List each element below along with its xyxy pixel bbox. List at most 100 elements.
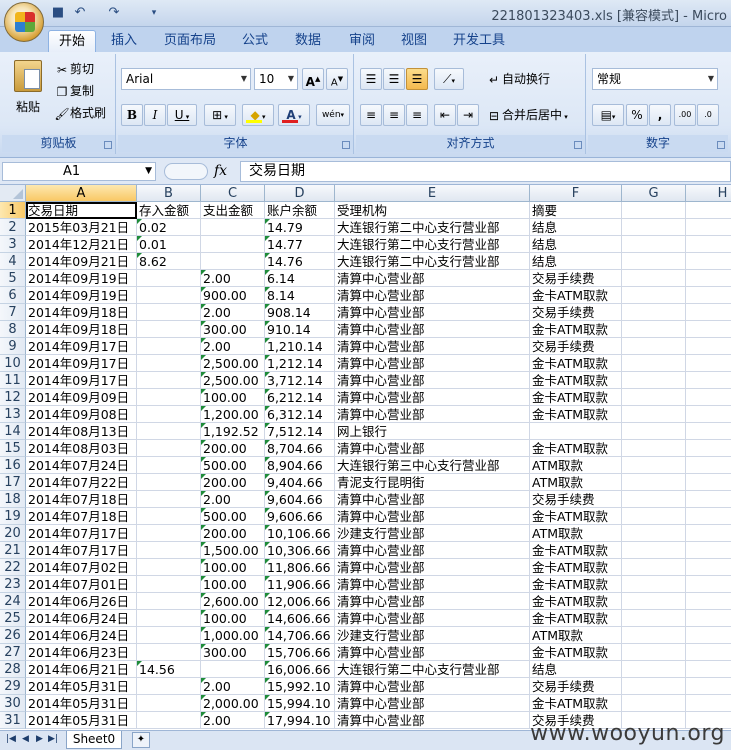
cell-balance[interactable]: 3,712.14 bbox=[265, 372, 335, 389]
align-center-button[interactable]: ≡ bbox=[383, 104, 405, 126]
cell-balance[interactable]: 7,512.14 bbox=[265, 423, 335, 440]
row-header[interactable]: 27 bbox=[0, 644, 26, 661]
cell-withdrawal[interactable]: 2,000.00 bbox=[201, 695, 265, 712]
font-name-combo[interactable]: Arial ▼ bbox=[121, 68, 251, 90]
cell-deposit[interactable]: 0.01 bbox=[137, 236, 201, 253]
cell-branch[interactable]: 大连银行第二中心支行营业部 bbox=[335, 236, 530, 253]
cell-balance[interactable]: 9,604.66 bbox=[265, 491, 335, 508]
cell-summary[interactable]: ATM取款 bbox=[530, 457, 622, 474]
cell-col-h[interactable] bbox=[686, 236, 731, 253]
header-cell-col-h[interactable] bbox=[686, 202, 731, 219]
cell-date[interactable]: 2014年07月18日 bbox=[26, 508, 137, 525]
cell-deposit[interactable]: 8.62 bbox=[137, 253, 201, 270]
align-middle-button[interactable]: ☰ bbox=[383, 68, 405, 90]
cell-branch[interactable]: 清算中心营业部 bbox=[335, 270, 530, 287]
cell-withdrawal[interactable]: 2.00 bbox=[201, 338, 265, 355]
cell-withdrawal[interactable]: 1,000.00 bbox=[201, 627, 265, 644]
cell-col-g[interactable] bbox=[622, 661, 686, 678]
cell-balance[interactable]: 16,006.66 bbox=[265, 661, 335, 678]
cell-date[interactable]: 2014年06月24日 bbox=[26, 610, 137, 627]
paste-button[interactable]: 粘贴 bbox=[8, 58, 48, 128]
row-header[interactable]: 7 bbox=[0, 304, 26, 321]
cell-col-g[interactable] bbox=[622, 457, 686, 474]
cell-branch[interactable]: 沙建支行营业部 bbox=[335, 525, 530, 542]
row-header[interactable]: 30 bbox=[0, 695, 26, 712]
cell-withdrawal[interactable]: 500.00 bbox=[201, 457, 265, 474]
cell-balance[interactable]: 14.76 bbox=[265, 253, 335, 270]
cell-summary[interactable]: 金卡ATM取款 bbox=[530, 440, 622, 457]
cell-balance[interactable]: 1,210.14 bbox=[265, 338, 335, 355]
cell-col-g[interactable] bbox=[622, 440, 686, 457]
cell-col-h[interactable] bbox=[686, 270, 731, 287]
header-cell-deposit[interactable]: 存入金额 bbox=[137, 202, 201, 219]
row-header[interactable]: 28 bbox=[0, 661, 26, 678]
font-launcher-icon[interactable] bbox=[342, 141, 350, 149]
cell-balance[interactable]: 15,994.10 bbox=[265, 695, 335, 712]
cell-branch[interactable]: 清算中心营业部 bbox=[335, 542, 530, 559]
cell-deposit[interactable]: 0.02 bbox=[137, 219, 201, 236]
cell-summary[interactable]: 结息 bbox=[530, 236, 622, 253]
align-bottom-button[interactable]: ☰ bbox=[406, 68, 428, 90]
cell-summary[interactable]: ATM取款 bbox=[530, 627, 622, 644]
cell-balance[interactable]: 11,806.66 bbox=[265, 559, 335, 576]
cell-date[interactable]: 2014年06月24日 bbox=[26, 627, 137, 644]
cell-summary[interactable]: 金卡ATM取款 bbox=[530, 355, 622, 372]
cell-date[interactable]: 2014年08月03日 bbox=[26, 440, 137, 457]
header-cell-date[interactable]: 交易日期 bbox=[26, 202, 137, 219]
cell-date[interactable]: 2014年06月23日 bbox=[26, 644, 137, 661]
cell-withdrawal[interactable]: 900.00 bbox=[201, 287, 265, 304]
cell-branch[interactable]: 清算中心营业部 bbox=[335, 338, 530, 355]
decrease-decimal-button[interactable]: .0 bbox=[697, 104, 719, 126]
cell-withdrawal[interactable]: 2.00 bbox=[201, 491, 265, 508]
italic-button[interactable]: I bbox=[144, 104, 166, 126]
row-header[interactable]: 31 bbox=[0, 712, 26, 729]
cell-col-h[interactable] bbox=[686, 610, 731, 627]
cell-col-g[interactable] bbox=[622, 355, 686, 372]
column-header-b[interactable]: B bbox=[137, 185, 201, 202]
cell-withdrawal[interactable]: 100.00 bbox=[201, 576, 265, 593]
cell-withdrawal[interactable]: 200.00 bbox=[201, 525, 265, 542]
cell-withdrawal[interactable]: 1,192.52 bbox=[201, 423, 265, 440]
cell-deposit[interactable] bbox=[137, 389, 201, 406]
cell-branch[interactable]: 清算中心营业部 bbox=[335, 406, 530, 423]
cell-col-g[interactable] bbox=[622, 389, 686, 406]
cell-date[interactable]: 2014年07月22日 bbox=[26, 474, 137, 491]
cell-col-h[interactable] bbox=[686, 338, 731, 355]
cell-summary[interactable]: ATM取款 bbox=[530, 474, 622, 491]
cell-withdrawal[interactable]: 2,500.00 bbox=[201, 372, 265, 389]
cell-deposit[interactable] bbox=[137, 440, 201, 457]
cell-withdrawal[interactable]: 300.00 bbox=[201, 644, 265, 661]
row-header[interactable]: 21 bbox=[0, 542, 26, 559]
cell-deposit[interactable]: 14.56 bbox=[137, 661, 201, 678]
cell-deposit[interactable] bbox=[137, 712, 201, 729]
prev-sheet-icon[interactable]: ◀ bbox=[22, 734, 29, 744]
tab-view[interactable]: 视图 bbox=[390, 30, 438, 52]
cell-col-g[interactable] bbox=[622, 270, 686, 287]
cell-branch[interactable]: 清算中心营业部 bbox=[335, 678, 530, 695]
cell-balance[interactable]: 8,904.66 bbox=[265, 457, 335, 474]
cell-date[interactable]: 2014年12月21日 bbox=[26, 236, 137, 253]
cell-deposit[interactable] bbox=[137, 559, 201, 576]
phonetic-button[interactable]: wén▾ bbox=[316, 104, 350, 126]
cell-date[interactable]: 2014年06月26日 bbox=[26, 593, 137, 610]
cell-date[interactable]: 2015年03月21日 bbox=[26, 219, 137, 236]
cell-date[interactable]: 2014年05月31日 bbox=[26, 678, 137, 695]
cell-balance[interactable]: 15,706.66 bbox=[265, 644, 335, 661]
cell-col-h[interactable] bbox=[686, 661, 731, 678]
cell-date[interactable]: 2014年09月18日 bbox=[26, 304, 137, 321]
cell-date[interactable]: 2014年09月19日 bbox=[26, 270, 137, 287]
row-header[interactable]: 1 bbox=[0, 202, 26, 219]
cell-branch[interactable]: 清算中心营业部 bbox=[335, 287, 530, 304]
cell-summary[interactable]: 金卡ATM取款 bbox=[530, 389, 622, 406]
cell-deposit[interactable] bbox=[137, 406, 201, 423]
cell-deposit[interactable] bbox=[137, 576, 201, 593]
cell-balance[interactable]: 14.79 bbox=[265, 219, 335, 236]
cell-branch[interactable]: 大连银行第二中心支行营业部 bbox=[335, 253, 530, 270]
cell-balance[interactable]: 8,704.66 bbox=[265, 440, 335, 457]
cell-branch[interactable]: 清算中心营业部 bbox=[335, 593, 530, 610]
cell-col-g[interactable] bbox=[622, 491, 686, 508]
redo-icon[interactable]: ↷ bbox=[106, 5, 122, 21]
cut-button[interactable]: ✂ 剪切 bbox=[54, 60, 94, 78]
cell-branch[interactable]: 清算中心营业部 bbox=[335, 576, 530, 593]
save-icon[interactable]: ■ bbox=[50, 5, 66, 21]
